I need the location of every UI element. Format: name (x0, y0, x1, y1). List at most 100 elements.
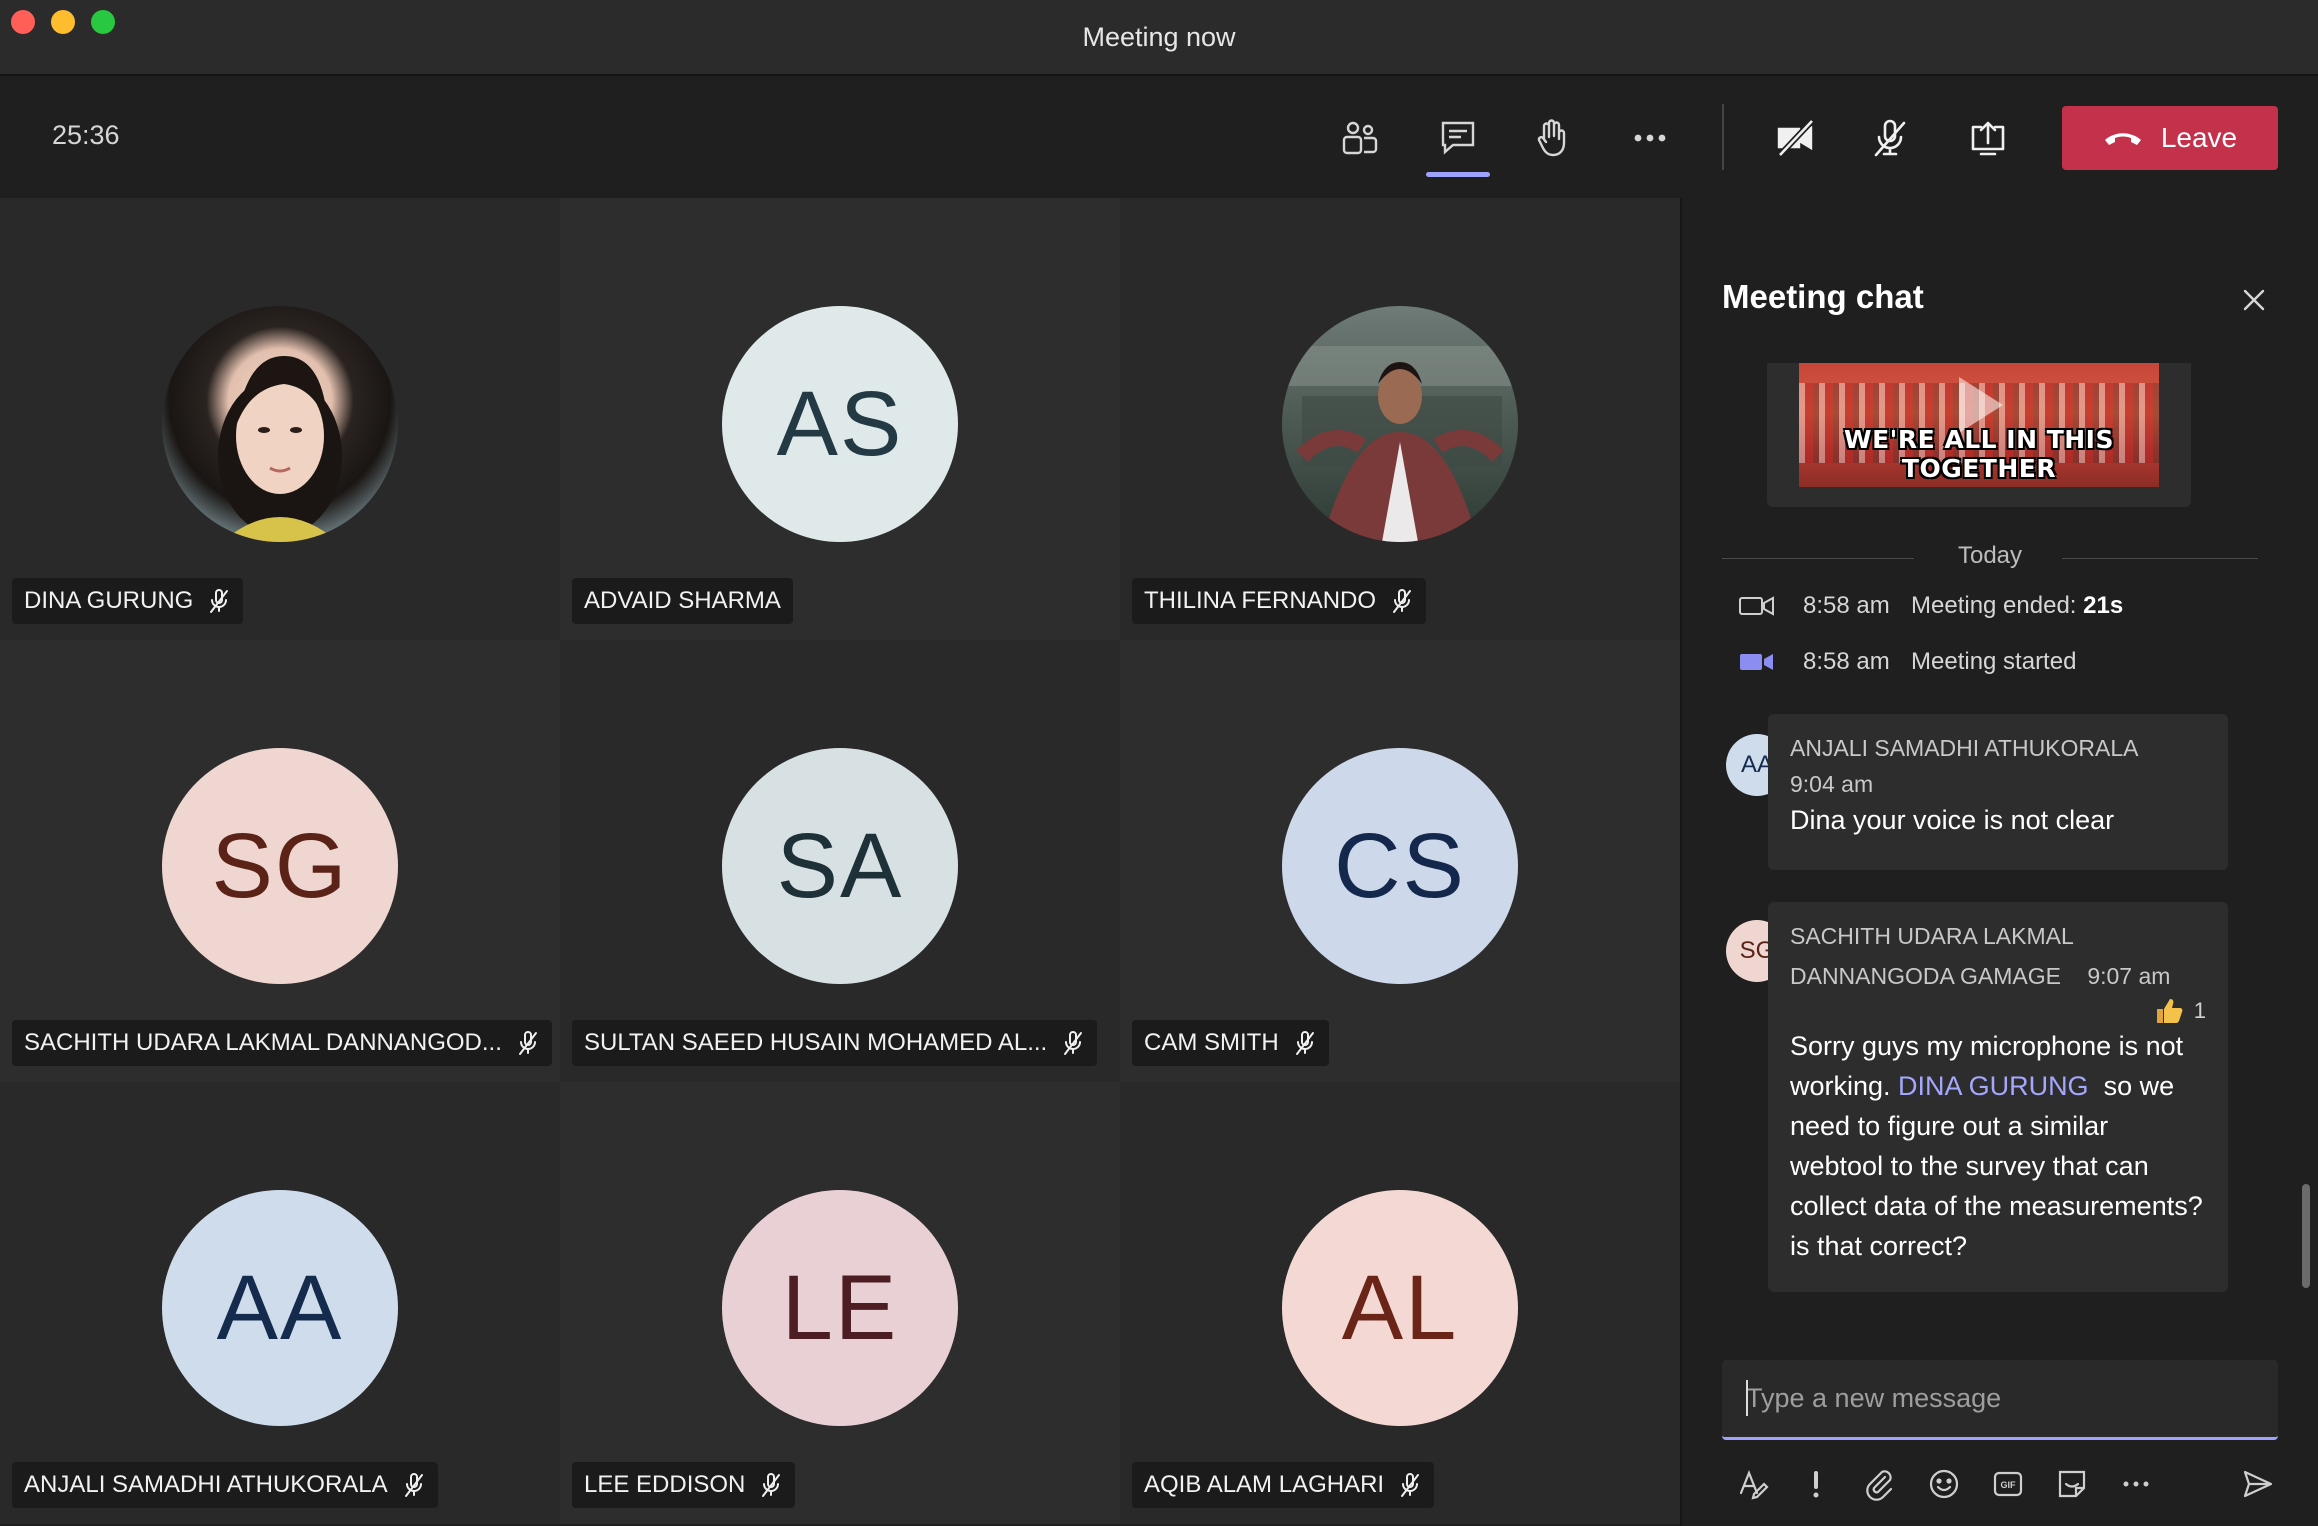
like-reaction[interactable]: 1 (1790, 996, 2206, 1026)
gif-icon: GIF (1993, 1471, 2023, 1497)
chat-message[interactable]: SACHITH UDARA LAKMAL DANNANGODA GAMAGE 9… (1768, 902, 2228, 1292)
participant-nameplate: SACHITH UDARA LAKMAL DANNANGOD... (12, 1020, 552, 1066)
send-icon (2243, 1470, 2273, 1498)
meeting-chat-panel: Meeting chat WE'RE ALL IN THIS TOGETHER … (1680, 198, 2318, 1526)
participant-tile[interactable]: DINA GURUNG (0, 198, 560, 640)
participant-name: SACHITH UDARA LAKMAL DANNANGOD... (24, 1029, 502, 1056)
participant-nameplate: AQIB ALAM LAGHARI (1132, 1462, 1435, 1508)
more-icon (1634, 134, 1666, 142)
photo-portrait (218, 356, 342, 542)
emoji-button[interactable] (1922, 1462, 1966, 1506)
participant-tile[interactable]: SG SACHITH UDARA LAKMAL DANNANGOD... (0, 640, 560, 1082)
sticker-icon (2058, 1470, 2086, 1498)
mic-off-icon (762, 1473, 781, 1497)
participant-name: DINA GURUNG (24, 587, 194, 614)
mic-off-icon (518, 1031, 537, 1055)
video-grid: DINA GURUNG AS ADVAID SHARMA THILINA FER… (0, 198, 1680, 1526)
participant-tile[interactable]: SA SULTAN SAEED HUSAIN MOHAMED AL... (560, 640, 1120, 1082)
message-composer[interactable] (1722, 1360, 2278, 1440)
format-button[interactable] (1732, 1462, 1776, 1506)
participant-tile[interactable]: THILINA FERNANDO (1120, 198, 1680, 640)
participant-tile[interactable]: LE LEE EDDISON (560, 1082, 1120, 1524)
chat-scrollbar[interactable] (2302, 1184, 2310, 1288)
composer-toolbar: GIF (1722, 1460, 2278, 1508)
photo-portrait (1282, 346, 1518, 542)
format-icon (1739, 1470, 1769, 1500)
people-icon (1342, 121, 1378, 155)
event-text: Meeting started (1911, 648, 2077, 675)
participant-nameplate: THILINA FERNANDO (1132, 578, 1427, 624)
camera-toggle-button[interactable] (1758, 100, 1834, 176)
participant-avatar: LE (722, 1190, 958, 1426)
share-screen-button[interactable] (1950, 100, 2026, 176)
event-time: 8:58 am (1803, 648, 1890, 675)
more-options-button[interactable] (2114, 1462, 2158, 1506)
chat-message[interactable]: ANJALI SAMADHI ATHUKORALA 9:04 am Dina y… (1768, 714, 2228, 870)
participant-nameplate: LEE EDDISON (572, 1462, 796, 1508)
send-button[interactable] (2236, 1462, 2280, 1506)
event-time: 8:58 am (1803, 592, 1890, 619)
hand-icon (1537, 119, 1566, 157)
mic-off-icon (1401, 1473, 1420, 1497)
date-divider: Today (1722, 542, 2258, 572)
mic-off-icon (404, 1473, 423, 1497)
participant-tile[interactable]: AS ADVAID SHARMA (560, 198, 1120, 640)
participant-tile[interactable]: AA ANJALI SAMADHI ATHUKORALA (0, 1082, 560, 1524)
gif-image[interactable]: WE'RE ALL IN THIS TOGETHER (1799, 363, 2159, 487)
raise-hand-button[interactable] (1514, 100, 1590, 176)
participant-avatar: CS (1282, 748, 1518, 984)
reaction-count: 1 (2193, 998, 2206, 1023)
gif-message[interactable]: WE'RE ALL IN THIS TOGETHER (1767, 363, 2191, 507)
emoji-icon (1929, 1469, 1959, 1499)
participant-name: ANJALI SAMADHI ATHUKORALA (24, 1471, 388, 1498)
chat-active-indicator (1426, 172, 1490, 177)
mic-off-icon (1064, 1031, 1083, 1055)
mic-toggle-button[interactable] (1852, 100, 1928, 176)
event-text: Meeting ended: (1911, 592, 2084, 619)
participant-initials: SG (211, 814, 349, 917)
meeting-started-icon (1740, 654, 1773, 670)
message-sender-line2: DANNANGODA GAMAGE 9:07 am (1790, 956, 2206, 996)
divider-line (2062, 558, 2258, 559)
participant-initials: SA (776, 814, 904, 917)
attach-button[interactable] (1858, 1462, 1902, 1506)
participant-tile[interactable]: CS CAM SMITH (1120, 640, 1680, 1082)
gif-button[interactable]: GIF (1986, 1462, 2030, 1506)
more-icon (2123, 1481, 2149, 1487)
more-actions-button[interactable] (1612, 100, 1688, 176)
sticker-button[interactable] (2050, 1462, 2094, 1506)
participant-nameplate: DINA GURUNG (12, 578, 244, 624)
participant-name: AQIB ALAM LAGHARI (1144, 1471, 1385, 1498)
date-divider-label: Today (1957, 542, 2023, 569)
participant-name: CAM SMITH (1144, 1029, 1279, 1056)
text-caret (1746, 1380, 1748, 1416)
participants-button[interactable] (1322, 100, 1398, 176)
mention-link[interactable]: DINA GURUNG (1898, 1071, 2089, 1101)
participant-avatar: AL (1282, 1190, 1518, 1426)
participant-initials: CS (1334, 814, 1466, 917)
participant-tile[interactable]: AL AQIB ALAM LAGHARI (1120, 1082, 1680, 1524)
mic-off-icon (1874, 119, 1906, 157)
message-text: Sorry guys my microphone is not working.… (1790, 1026, 2206, 1266)
important-button[interactable] (1794, 1462, 1838, 1506)
message-text: Dina your voice is not clear (1790, 805, 2115, 835)
message-sender: ANJALI SAMADHI ATHUKORALA (1790, 735, 2139, 761)
teams-meeting-window: Meeting now 25:36 Leave DINA GURUNG AS A… (0, 0, 2318, 1526)
close-chat-button[interactable] (2234, 280, 2274, 320)
mic-off-icon (1295, 1031, 1314, 1055)
leave-button[interactable]: Leave (2062, 106, 2278, 170)
participant-nameplate: ANJALI SAMADHI ATHUKORALA (12, 1462, 438, 1508)
message-input[interactable] (1746, 1376, 2256, 1420)
mic-off-icon (1393, 589, 1412, 613)
leave-label: Leave (2160, 122, 2238, 153)
participant-initials: AS (776, 372, 904, 475)
meeting-timer: 25:36 (52, 120, 120, 150)
participant-avatar: AA (162, 1190, 398, 1426)
meeting-ended-icon (1739, 596, 1774, 616)
participant-name: THILINA FERNANDO (1144, 587, 1377, 614)
chat-button[interactable] (1420, 100, 1496, 176)
participant-name: LEE EDDISON (584, 1471, 746, 1498)
hang-up-icon (2104, 133, 2141, 145)
window-title: Meeting now (1082, 22, 1236, 52)
title-bar: Meeting now (0, 0, 2318, 76)
